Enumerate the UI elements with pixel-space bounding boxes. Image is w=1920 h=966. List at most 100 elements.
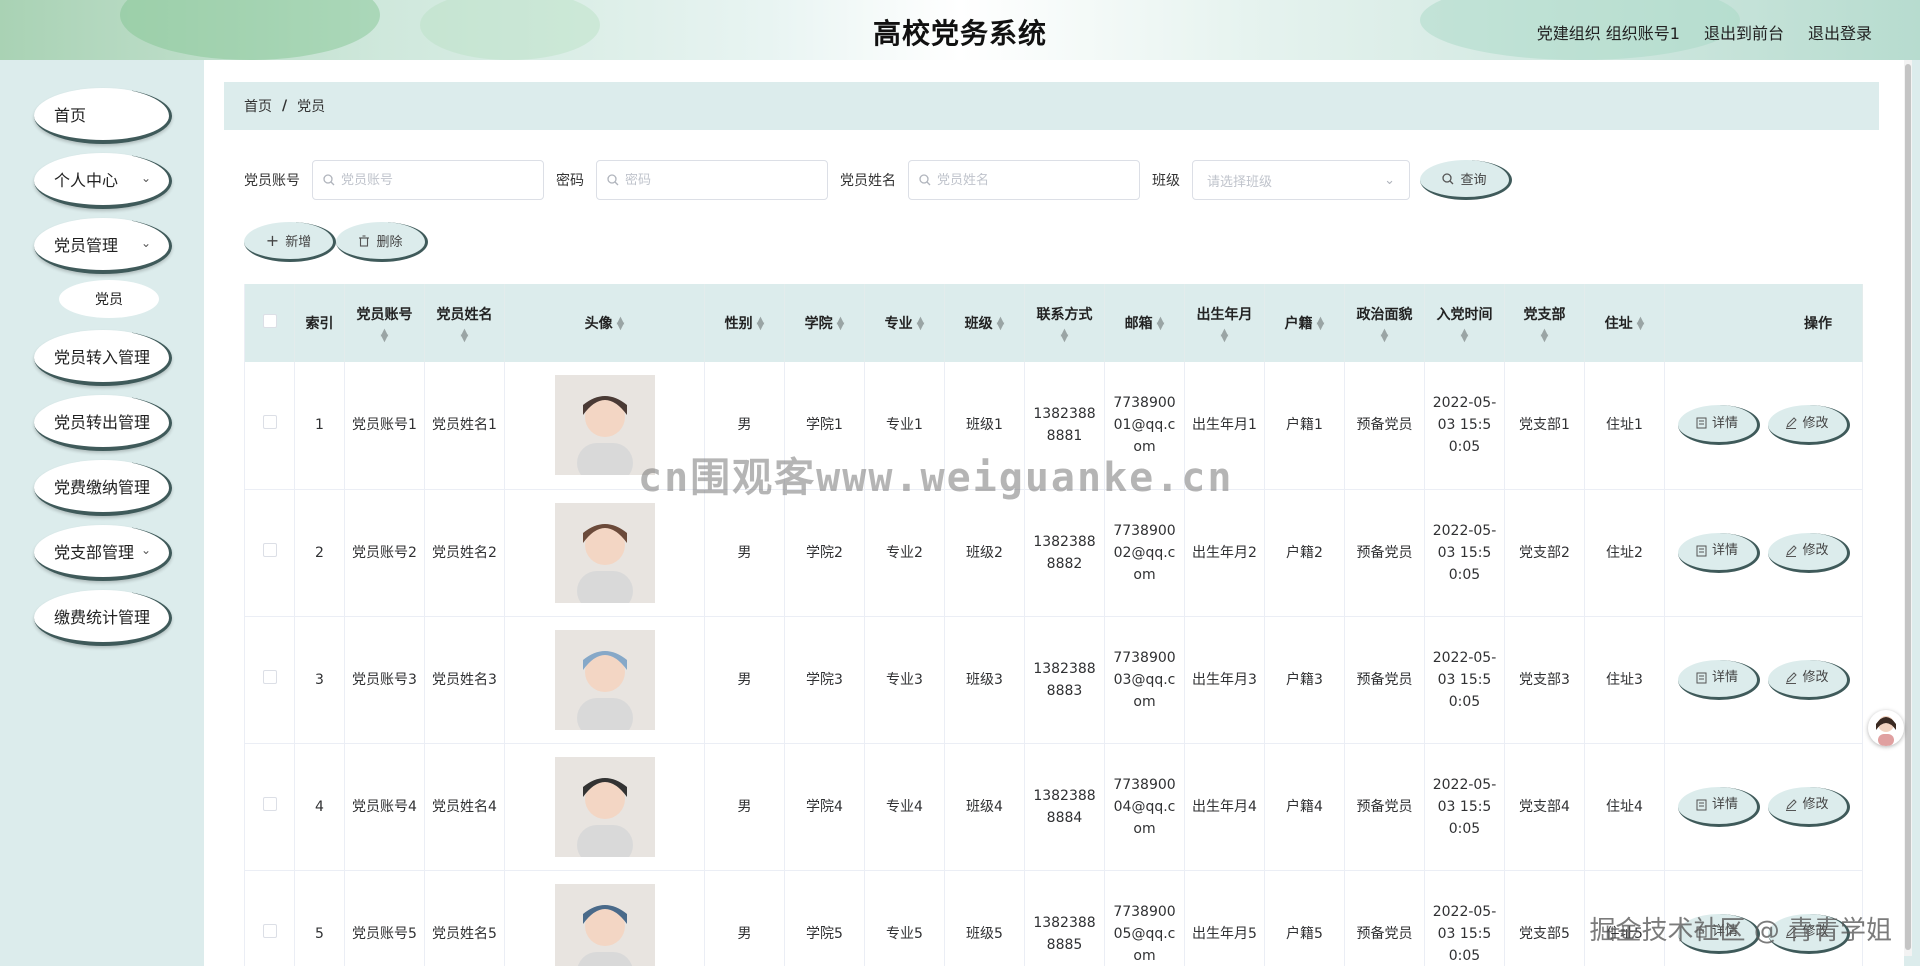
logout-link[interactable]: 退出登录 bbox=[1808, 20, 1872, 44]
member-table: 索引 党员账号 ▲ ▼ 党员姓名 ▲ ▼ 头像 ▲ ▼ 性别 ▲ ▼ 学院 ▲ ▼ 专业 ▲ ▼ 班级 ▲… bbox=[244, 284, 1863, 966]
name-label: 党员姓名 bbox=[840, 173, 896, 189]
pencil-icon bbox=[1785, 921, 1798, 943]
sidebar-item-payment-stats[interactable]: 缴费统计管理 bbox=[34, 590, 172, 646]
sidebar-item-transfer-in[interactable]: 党员转入管理 bbox=[34, 330, 172, 386]
password-search-input[interactable] bbox=[625, 172, 805, 188]
scrollbar-thumb[interactable] bbox=[1905, 64, 1911, 950]
column-header-political[interactable]: 政治面貌 ▲ ▼ bbox=[1344, 284, 1425, 362]
cell-index: 2 bbox=[294, 489, 345, 617]
sidebar-item-branch-management[interactable]: 党支部管理 ⌄ bbox=[34, 525, 172, 581]
column-header-phone[interactable]: 联系方式 ▲ ▼ bbox=[1024, 284, 1105, 362]
cell-class: 班级3 bbox=[944, 616, 1025, 744]
cell-address: 住址4 bbox=[1584, 743, 1665, 871]
account-search-input[interactable] bbox=[341, 172, 521, 188]
cell-branch: 党支部2 bbox=[1504, 489, 1585, 617]
sort-icon[interactable]: ▲ ▼ bbox=[1429, 328, 1500, 344]
sidebar-item-personal-center[interactable]: 个人中心 ⌄ bbox=[34, 153, 172, 209]
sidebar-subitem-member[interactable]: 党员 bbox=[59, 280, 159, 318]
sort-icon[interactable]: ▲ ▼ bbox=[757, 316, 765, 332]
page-scrollbar[interactable] bbox=[1904, 60, 1912, 956]
column-header-gender[interactable]: 性别 ▲ ▼ bbox=[704, 284, 785, 362]
pencil-icon bbox=[1785, 794, 1798, 816]
breadcrumb-home[interactable]: 首页 bbox=[244, 96, 272, 116]
edit-button[interactable]: 修改 bbox=[1767, 405, 1850, 446]
floating-avatar[interactable] bbox=[1868, 710, 1904, 746]
detail-button[interactable]: 详情 bbox=[1677, 786, 1760, 827]
detail-button[interactable]: 详情 bbox=[1677, 405, 1760, 446]
sort-icon[interactable]: ▲ ▼ bbox=[1509, 328, 1580, 344]
password-search-field[interactable] bbox=[596, 160, 828, 200]
document-icon bbox=[1696, 540, 1707, 562]
column-header-class[interactable]: 班级 ▲ ▼ bbox=[944, 284, 1025, 362]
row-checkbox[interactable] bbox=[262, 669, 277, 684]
column-header-hukou[interactable]: 户籍 ▲ ▼ bbox=[1264, 284, 1345, 362]
cell-college: 学院3 bbox=[784, 616, 865, 744]
cell-branch: 党支部5 bbox=[1504, 870, 1585, 966]
detail-button[interactable]: 详情 bbox=[1677, 659, 1760, 700]
document-icon bbox=[1696, 794, 1707, 816]
edit-button[interactable]: 修改 bbox=[1767, 913, 1850, 954]
sort-icon[interactable]: ▲ ▼ bbox=[997, 316, 1005, 332]
name-search-input[interactable] bbox=[937, 172, 1117, 188]
column-header-account[interactable]: 党员账号 ▲ ▼ bbox=[344, 284, 425, 362]
cell-major: 专业1 bbox=[864, 362, 945, 490]
cell-index: 5 bbox=[294, 870, 345, 966]
main-content: 首页 / 党员 党员账号 密码 党员姓名 班级 请选择班级 ⌄ bbox=[204, 60, 1904, 966]
sidebar-item-transfer-out[interactable]: 党员转出管理 bbox=[34, 395, 172, 451]
sort-icon[interactable]: ▲ ▼ bbox=[617, 316, 625, 332]
row-checkbox[interactable] bbox=[262, 415, 277, 430]
sort-icon[interactable]: ▲ ▼ bbox=[349, 328, 420, 344]
delete-button[interactable]: 删除 bbox=[336, 222, 428, 262]
edit-button[interactable]: 修改 bbox=[1767, 659, 1850, 700]
trash-icon bbox=[358, 233, 370, 248]
select-all-checkbox[interactable] bbox=[262, 314, 277, 328]
edit-button[interactable]: 修改 bbox=[1767, 532, 1850, 573]
document-icon bbox=[1696, 667, 1707, 689]
sort-icon[interactable]: ▲ ▼ bbox=[837, 316, 845, 332]
avatar bbox=[554, 756, 655, 857]
detail-button-label: 详情 bbox=[1711, 415, 1738, 431]
column-header-address[interactable]: 住址 ▲ ▼ bbox=[1584, 284, 1665, 362]
sort-icon[interactable]: ▲ ▼ bbox=[1637, 316, 1645, 332]
column-header-email[interactable]: 邮箱 ▲ ▼ bbox=[1104, 284, 1185, 362]
account-search-field[interactable] bbox=[312, 160, 544, 200]
column-header-branch[interactable]: 党支部 ▲ ▼ bbox=[1504, 284, 1585, 362]
row-select-cell bbox=[244, 870, 295, 966]
class-select[interactable]: 请选择班级 ⌄ bbox=[1192, 160, 1410, 200]
detail-button-label: 详情 bbox=[1711, 543, 1738, 558]
sidebar-item-dues-payment[interactable]: 党费缴纳管理 bbox=[34, 460, 172, 516]
column-header-avatar[interactable]: 头像 ▲ ▼ bbox=[504, 284, 705, 362]
column-header-join-time[interactable]: 入党时间 ▲ ▼ bbox=[1424, 284, 1505, 362]
edit-button[interactable]: 修改 bbox=[1767, 786, 1850, 827]
add-button-label: 新增 bbox=[285, 235, 312, 250]
column-header-name[interactable]: 党员姓名 ▲ ▼ bbox=[424, 284, 505, 362]
column-header-college[interactable]: 学院 ▲ ▼ bbox=[784, 284, 865, 362]
sort-icon[interactable]: ▲ ▼ bbox=[1189, 328, 1260, 344]
detail-button[interactable]: 详情 bbox=[1677, 532, 1760, 573]
sidebar-item-home[interactable]: 首页 bbox=[34, 88, 172, 144]
avatar bbox=[554, 883, 655, 966]
search-icon bbox=[323, 173, 335, 188]
cell-index: 1 bbox=[294, 362, 345, 490]
row-checkbox[interactable] bbox=[262, 796, 277, 811]
breadcrumb: 首页 / 党员 bbox=[224, 82, 1879, 130]
sort-icon[interactable]: ▲ ▼ bbox=[1349, 328, 1420, 344]
to-front-link[interactable]: 退出到前台 bbox=[1704, 20, 1784, 44]
row-checkbox[interactable] bbox=[262, 923, 277, 938]
sort-icon[interactable]: ▲ ▼ bbox=[429, 328, 500, 344]
detail-button[interactable]: 详情 bbox=[1677, 913, 1760, 954]
row-checkbox[interactable] bbox=[262, 542, 277, 557]
column-header-major[interactable]: 专业 ▲ ▼ bbox=[864, 284, 945, 362]
sort-icon[interactable]: ▲ ▼ bbox=[917, 316, 925, 332]
sidebar-item-member-management[interactable]: 党员管理 ⌄ bbox=[34, 218, 172, 274]
sort-icon[interactable]: ▲ ▼ bbox=[1317, 316, 1325, 332]
cell-major: 专业2 bbox=[864, 489, 945, 617]
name-search-field[interactable] bbox=[908, 160, 1140, 200]
cell-college: 学院4 bbox=[784, 743, 865, 871]
sort-icon[interactable]: ▲ ▼ bbox=[1157, 316, 1165, 332]
add-button[interactable]: + 新增 bbox=[244, 222, 336, 262]
query-button[interactable]: 查询 bbox=[1420, 160, 1512, 200]
cell-email: 773890004@qq.com bbox=[1104, 743, 1185, 871]
sort-icon[interactable]: ▲ ▼ bbox=[1029, 328, 1100, 344]
column-header-birth[interactable]: 出生年月 ▲ ▼ bbox=[1184, 284, 1265, 362]
